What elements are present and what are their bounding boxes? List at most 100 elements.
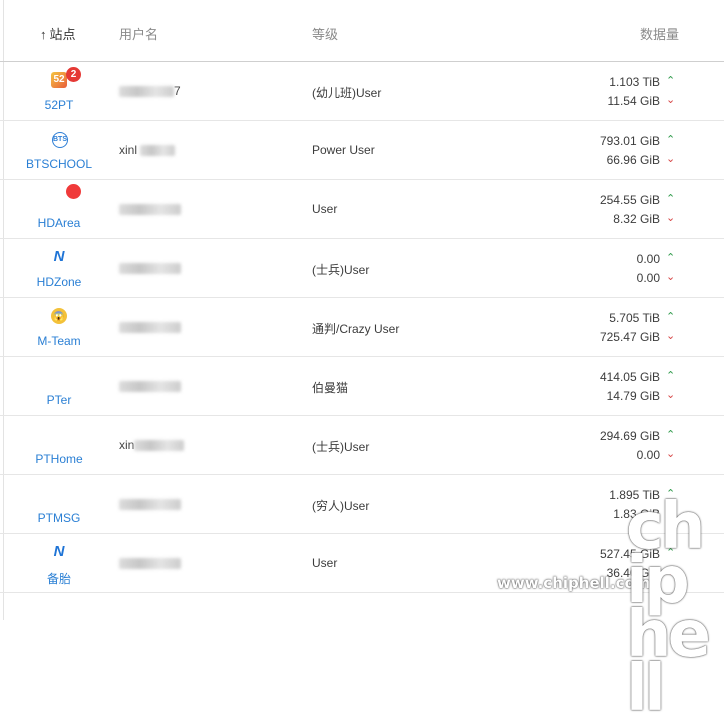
username-cell — [119, 261, 181, 275]
uploaded-value: 254.55 GiB — [599, 193, 660, 207]
site-cell: PTer — [0, 357, 118, 416]
download-arrow-icon: ⌄ — [666, 153, 676, 165]
uploaded-value: 414.05 GiB — [599, 370, 660, 384]
level-cell: User — [312, 556, 338, 570]
uploaded-value: 1.103 TiB — [609, 75, 660, 89]
uploaded-value: 527.45 GiB — [599, 547, 660, 561]
redacted-username — [134, 440, 185, 452]
downloaded-value: 14.79 GiB — [606, 389, 660, 403]
site-cell: HDArea — [0, 180, 118, 239]
level-column-header[interactable]: 等级 — [312, 24, 338, 43]
table-row: PTer 伯曼猫 414.05 GiB ⌃ 14.79 GiB ⌄ — [0, 357, 724, 416]
hdarea-icon — [66, 184, 81, 199]
upload-arrow-icon: ⌃ — [666, 547, 676, 559]
upload-arrow-icon: ⌃ — [666, 193, 676, 205]
level-cell: 伯曼猫 — [312, 381, 349, 395]
site-column-header[interactable]: ↑ 站点 — [40, 24, 76, 43]
upload-arrow-icon: ⌃ — [666, 370, 676, 382]
level-cell: (士兵)User — [312, 440, 370, 454]
username-cell: xinl — [119, 143, 176, 157]
download-arrow-icon: ⌄ — [666, 94, 676, 106]
username-cell: xin — [119, 438, 185, 452]
site-link[interactable]: BTSCHOOL — [0, 157, 118, 171]
site-link[interactable]: M-Team — [0, 334, 118, 348]
table-row: PTHome xin (士兵)User 294.69 GiB ⌃ 0.00 ⌄ — [0, 416, 724, 475]
username-cell — [119, 202, 181, 216]
redacted-username — [119, 263, 181, 275]
site-link[interactable]: 52PT — [0, 98, 118, 112]
redacted-username — [119, 204, 181, 216]
username-cell: 7 — [119, 84, 181, 98]
site-cell: PTHome — [0, 416, 118, 475]
level-cell: (士兵)User — [312, 263, 370, 277]
level-cell: 通判/Crazy User — [312, 322, 400, 336]
level-cell: (幼儿班)User — [312, 86, 382, 100]
redacted-username — [119, 558, 181, 570]
download-arrow-icon: ⌄ — [666, 330, 676, 342]
redacted-username — [119, 86, 174, 98]
username-column-header[interactable]: 用户名 — [119, 24, 158, 43]
table-row: 😱 M-Team 通判/Crazy User 5.705 TiB ⌃ 725.4… — [0, 298, 724, 357]
site-cell: N HDZone — [0, 239, 118, 298]
username-cell — [119, 379, 181, 393]
site-link[interactable]: PTer — [0, 393, 118, 407]
beitai-icon: N — [51, 544, 67, 560]
table-row: 52 2 52PT 7 (幼儿班)User 1.103 TiB ⌃ 11.54 … — [0, 62, 724, 121]
uploaded-value: 793.01 GiB — [599, 134, 660, 148]
sort-arrow-icon: ↑ — [40, 27, 47, 42]
table-row: BTS BTSCHOOL xinl Power User 793.01 GiB … — [0, 121, 724, 180]
downloaded-value: 1.83 GiB — [613, 507, 660, 521]
download-arrow-icon: ⌄ — [666, 566, 676, 578]
upload-arrow-icon: ⌃ — [666, 311, 676, 323]
username-cell — [119, 556, 181, 570]
username-cell — [119, 320, 181, 334]
site-cell: 52 2 52PT — [0, 62, 118, 121]
notification-badge: 2 — [66, 67, 81, 82]
site-cell: N 备胎 — [0, 534, 118, 593]
upload-arrow-icon: ⌃ — [666, 429, 676, 441]
username-cell — [119, 497, 181, 511]
site-link[interactable]: PTHome — [0, 452, 118, 466]
download-arrow-icon: ⌄ — [666, 448, 676, 460]
level-cell: (穷人)User — [312, 499, 370, 513]
uploaded-value: 1.895 TiB — [609, 488, 660, 502]
download-arrow-icon: ⌄ — [666, 389, 676, 401]
downloaded-value: 11.54 GiB — [607, 94, 660, 108]
site-link[interactable]: PTMSG — [0, 511, 118, 525]
data-column-header[interactable]: 数据量 — [640, 24, 679, 43]
site-cell: PTMSG — [0, 475, 118, 534]
upload-arrow-icon: ⌃ — [666, 134, 676, 146]
downloaded-value: 0.00 — [636, 448, 660, 462]
table-header: ↑ 站点 用户名 等级 数据量 — [0, 0, 724, 62]
uploaded-value: 294.69 GiB — [599, 429, 660, 443]
level-cell: Power User — [312, 143, 375, 157]
site-link[interactable]: 备胎 — [0, 570, 118, 587]
uploaded-value: 0.00 — [636, 252, 660, 266]
upload-arrow-icon: ⌃ — [666, 75, 676, 87]
downloaded-value: 8.32 GiB — [613, 212, 660, 226]
level-cell: User — [312, 202, 338, 216]
table-row: PTMSG (穷人)User 1.895 TiB ⌃ 1.83 GiB ⌄ — [0, 475, 724, 534]
site-link[interactable]: HDArea — [0, 216, 118, 230]
redacted-username — [119, 322, 181, 334]
site-link[interactable]: HDZone — [0, 275, 118, 289]
uploaded-value: 5.705 TiB — [609, 311, 660, 325]
download-arrow-icon: ⌄ — [666, 212, 676, 224]
downloaded-value: 0.00 — [636, 271, 660, 285]
table-row: N HDZone (士兵)User 0.00 ⌃ 0.00 ⌄ — [0, 239, 724, 298]
upload-arrow-icon: ⌃ — [666, 488, 676, 500]
mteam-icon: 😱 — [51, 308, 67, 324]
btschool-icon: BTS — [52, 132, 68, 148]
52pt-icon: 52 — [51, 72, 67, 88]
redacted-username — [119, 381, 181, 393]
redacted-username — [140, 145, 176, 157]
download-arrow-icon: ⌄ — [666, 507, 676, 519]
redacted-username — [119, 499, 181, 511]
site-cell: 😱 M-Team — [0, 298, 118, 357]
downloaded-value: 36.40 GiB — [606, 566, 660, 580]
downloaded-value: 725.47 GiB — [599, 330, 660, 344]
download-arrow-icon: ⌄ — [666, 271, 676, 283]
upload-arrow-icon: ⌃ — [666, 252, 676, 264]
downloaded-value: 66.96 GiB — [606, 153, 660, 167]
site-cell: BTS BTSCHOOL — [0, 121, 118, 180]
